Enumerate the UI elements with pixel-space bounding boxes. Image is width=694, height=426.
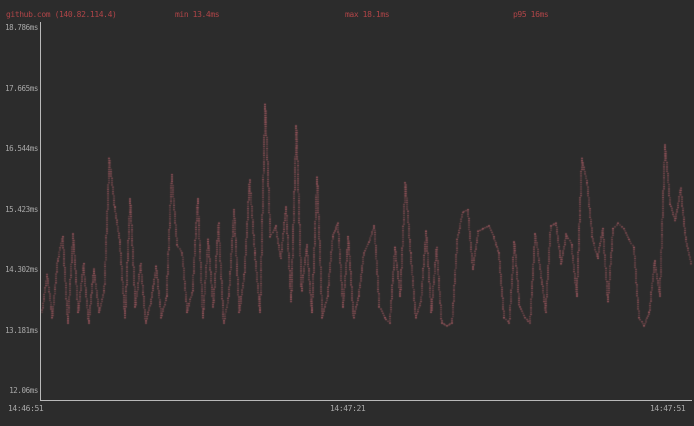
target-host-label: github.com (140.82.114.4) (6, 10, 116, 19)
gping-terminal-window: github.com (140.82.114.4) min 13.4ms max… (0, 0, 694, 426)
x-axis-tick-end: 14:47:51 (650, 404, 685, 413)
stat-p95-label: p95 16ms (513, 10, 548, 19)
stat-max-label: max 18.1ms (345, 10, 389, 19)
x-axis-tick-start: 14:46:51 (8, 404, 43, 413)
y-axis-tick-label: 15.423ms (0, 205, 38, 214)
y-axis-tick-label: 14.302ms (0, 265, 38, 274)
y-axis-tick-label: 13.181ms (0, 326, 38, 335)
x-axis-tick-mid: 14:47:21 (330, 404, 365, 413)
stat-min-label: min 13.4ms (175, 10, 219, 19)
latency-line-chart (0, 0, 694, 426)
y-axis-tick-label: 16.544ms (0, 144, 38, 153)
y-axis-line (40, 22, 41, 400)
y-axis-tick-label: 18.786ms (0, 23, 38, 32)
y-axis-tick-label: 17.665ms (0, 84, 38, 93)
x-axis-line (40, 400, 692, 401)
y-axis-tick-label: 12.06ms (0, 386, 38, 395)
